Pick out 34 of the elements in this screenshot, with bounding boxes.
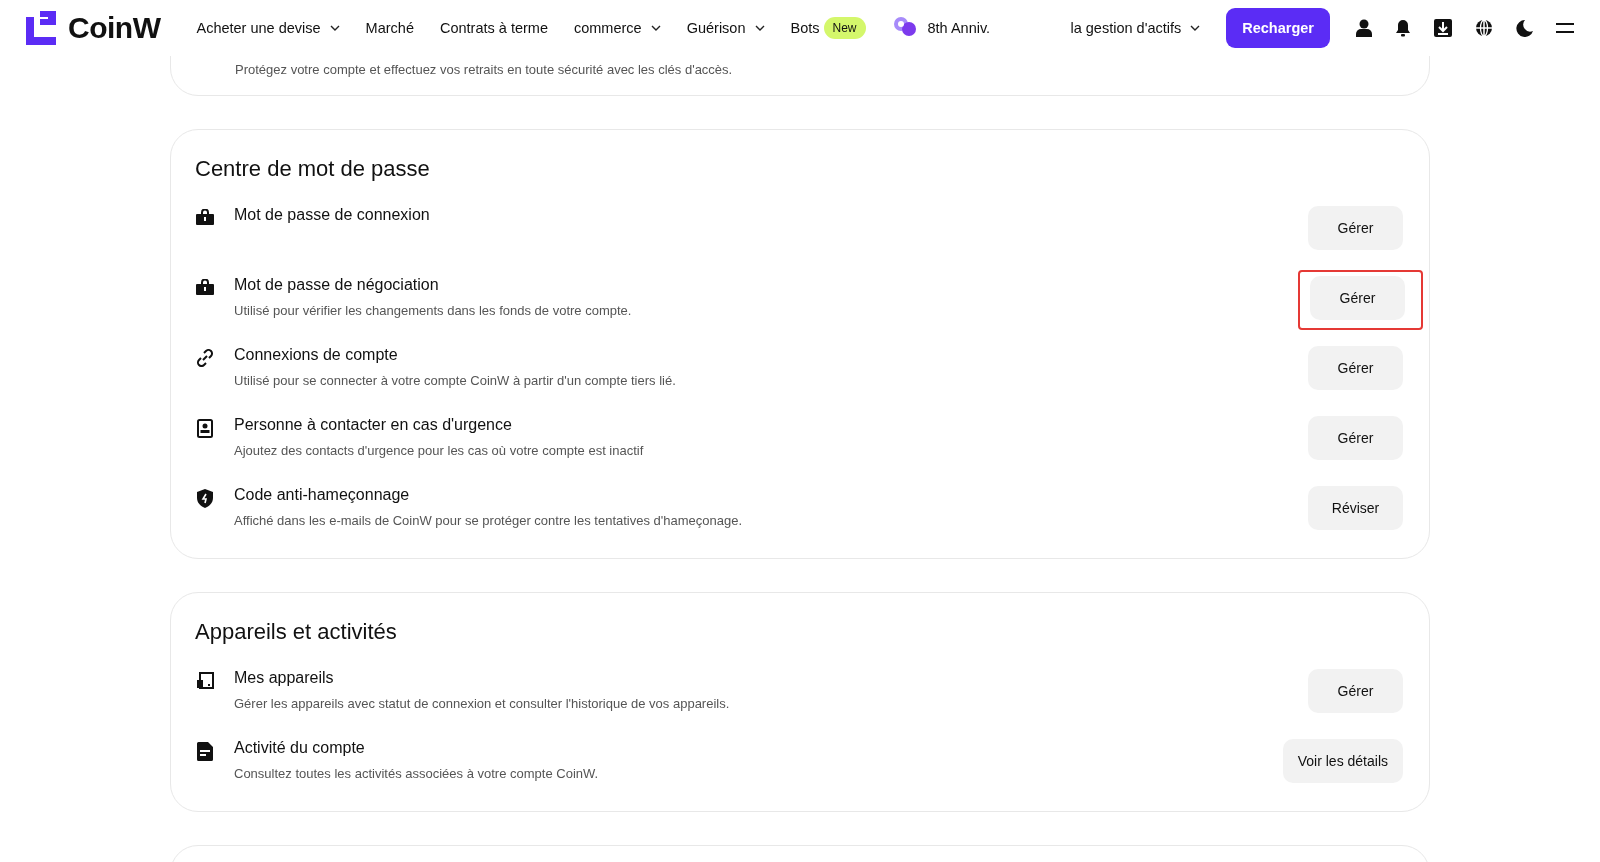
item-title: Connexions de compte [234, 346, 399, 364]
nav-link[interactable]: Guérison [686, 20, 765, 36]
item-description: Ajoutez des contacts d'urgence pour les cas où votre compte est inactif [234, 443, 645, 458]
item-description: Consultez toutes les activités associées à votre compte CoinW. [234, 766, 600, 781]
nav-link[interactable]: Acheter une devise [196, 20, 340, 36]
action-button[interactable]: Réviser [1308, 486, 1403, 530]
item-title: Activité du compte [234, 739, 366, 757]
section-title: Centre de mot de passe [195, 156, 431, 182]
action-button[interactable]: Gérer [1308, 669, 1403, 713]
item-description: Utilisé pour vérifier les changements dans les fonds de votre compte. [234, 303, 633, 318]
item-title: Mot de passe de connexion [234, 206, 431, 224]
asset-management-menu[interactable]: la gestion d'actifs [1070, 20, 1201, 36]
nav-link[interactable]: Bots [790, 20, 820, 36]
deposit-button[interactable]: Recharger [1226, 8, 1330, 48]
action-button[interactable]: Gérer [1308, 206, 1403, 250]
item-title: Personne à contacter en cas d'urgence [234, 416, 513, 434]
item-title: Code anti-hameçonnage [234, 486, 411, 504]
item-description: Utilisé pour se connecter à votre compte CoinW à partir d'un compte tiers lié. [234, 373, 677, 388]
nav-link[interactable]: Marché [365, 20, 414, 36]
item-title: Mot de passe de négociation [234, 276, 440, 294]
nav-link[interactable]: 8th Anniv. [927, 20, 991, 36]
item-description: Protégez votre compte et effectuez vos retraits en toute sécurité avec les clés d'accès. [235, 62, 733, 77]
item-description: Gérer les appareils avec statut de connexion et consulter l'historique de vos appareils. [234, 696, 731, 711]
item-description: Affiché dans les e-mails de CoinW pour se protéger contre les tentatives d'hameçonage. [234, 513, 744, 528]
nav-link[interactable]: commerce [573, 20, 661, 36]
action-button[interactable]: Voir les détails [1282, 739, 1403, 783]
brand-name: CoinW [68, 11, 161, 45]
section-title: Appareils et activités [195, 619, 398, 645]
item-title: Mes appareils [234, 669, 335, 687]
nav-link[interactable]: Contrats à terme [439, 20, 548, 36]
action-button[interactable]: Gérer [1308, 346, 1403, 390]
action-button[interactable]: Gérer [1308, 416, 1403, 460]
new-badge: New [823, 17, 866, 39]
action-button[interactable]: Gérer [1310, 276, 1405, 320]
